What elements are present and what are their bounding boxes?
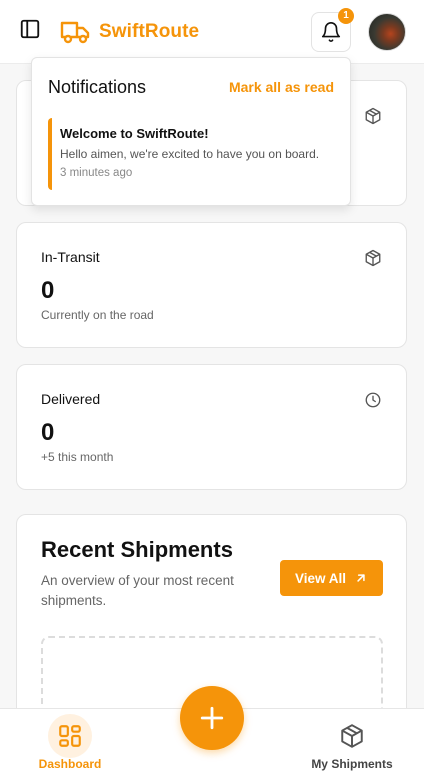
dashboard-icon: [59, 725, 81, 747]
nav-icon-wrap: [330, 714, 374, 758]
add-shipment-button[interactable]: [180, 686, 244, 750]
sidebar-toggle-button[interactable]: [18, 17, 42, 41]
mark-all-read-link[interactable]: Mark all as read: [229, 79, 334, 95]
nav-label-dashboard: Dashboard: [38, 757, 102, 771]
notification-item[interactable]: Welcome to SwiftRoute! Hello aimen, we'r…: [48, 118, 338, 190]
nav-item-dashboard[interactable]: Dashboard: [15, 709, 125, 773]
top-header: SwiftRoute 1: [0, 0, 424, 64]
bell-icon: [321, 22, 341, 42]
recent-shipments-title: Recent Shipments: [41, 537, 233, 562]
app-logo[interactable]: SwiftRoute: [60, 18, 199, 46]
dashboard-page: SwiftRoute 1 In-Transit 0 Currently on t…: [0, 0, 424, 773]
notifications-dropdown: Notifications Mark all as read Welcome t…: [31, 57, 351, 206]
package-icon: [365, 249, 381, 267]
nav-label-my-shipments: My Shipments: [311, 757, 393, 771]
sidebar-toggle-icon: [20, 19, 40, 39]
notification-title: Welcome to SwiftRoute!: [60, 126, 209, 141]
nav-item-my-shipments[interactable]: My Shipments: [297, 709, 407, 773]
view-all-label: View All: [294, 570, 347, 586]
user-avatar[interactable]: [368, 13, 406, 51]
stat-label: In-Transit: [41, 249, 100, 265]
stat-value: 0: [41, 419, 55, 446]
app-name: SwiftRoute: [99, 21, 200, 42]
notification-count-badge: 1: [338, 8, 354, 24]
arrow-up-right-icon: [357, 574, 365, 582]
notification-message: Hello aimen, we're excited to have you o…: [60, 147, 320, 161]
truck-icon: [60, 21, 90, 44]
stat-label: Delivered: [41, 391, 101, 407]
stat-value: 0: [41, 277, 55, 304]
clock-icon: [365, 392, 381, 408]
plus-icon: [200, 706, 224, 730]
package-icon: [365, 107, 381, 125]
stat-card-in-transit: In-Transit 0 Currently on the road: [16, 222, 407, 348]
stat-subtext: +5 this month: [41, 450, 114, 464]
nav-active-indicator: [48, 714, 92, 758]
notification-time: 3 minutes ago: [60, 167, 133, 179]
stat-subtext: Currently on the road: [41, 308, 154, 322]
stat-card-delivered: Delivered 0 +5 this month: [16, 364, 407, 490]
recent-shipments-description: An overview of your most recent shipment…: [41, 573, 234, 608]
package-icon: [341, 724, 363, 748]
view-all-button[interactable]: View All: [280, 560, 383, 596]
notifications-title: Notifications: [48, 77, 147, 97]
